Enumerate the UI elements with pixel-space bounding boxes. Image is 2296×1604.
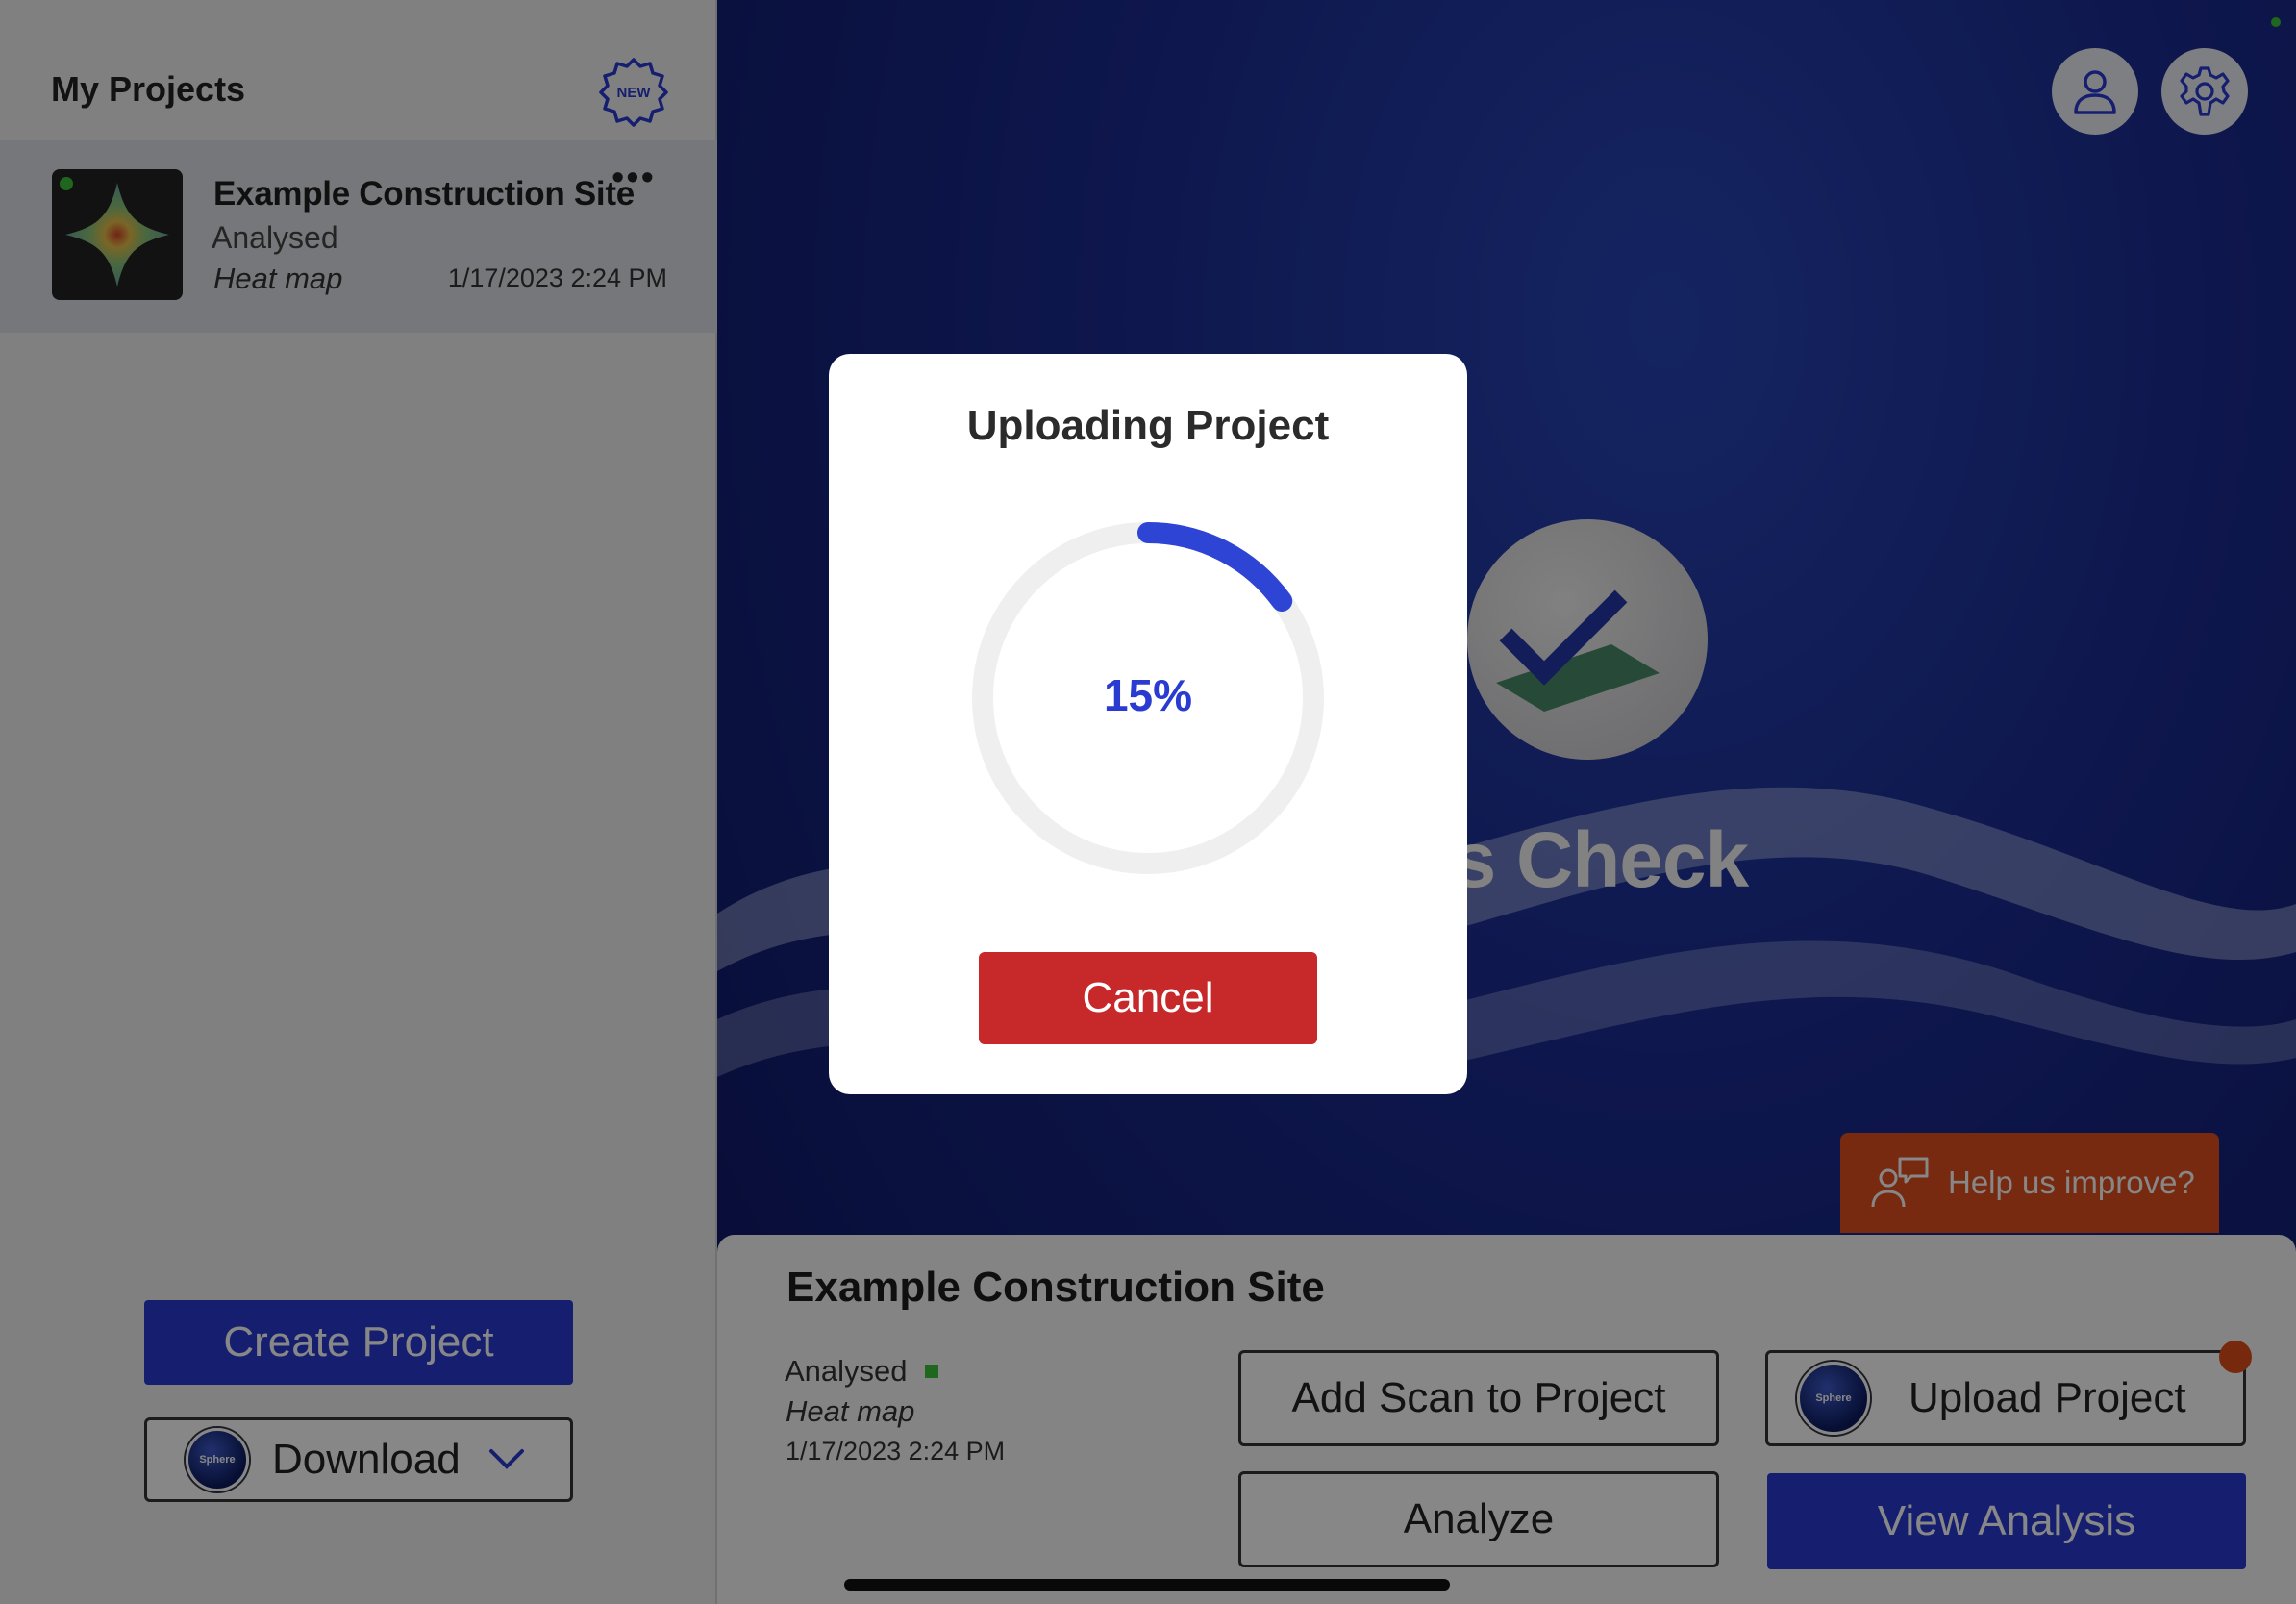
dialog-title: Uploading Project (966, 402, 1330, 449)
progress-percentage: 15% (1103, 670, 1193, 720)
cancel-button[interactable]: Cancel (979, 952, 1317, 1044)
upload-progress-dialog: Uploading Project 15% Cancel (829, 354, 1467, 1094)
